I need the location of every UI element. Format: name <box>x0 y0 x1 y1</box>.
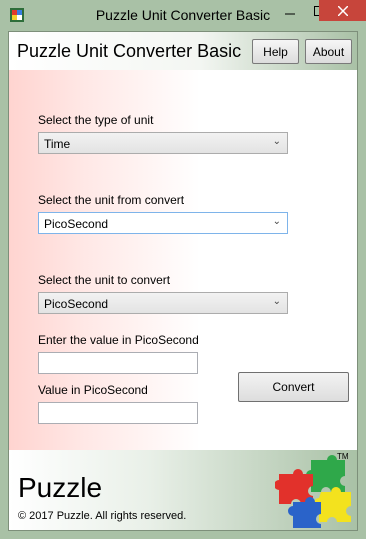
unit-type-value: Time <box>44 137 71 151</box>
chevron-down-icon: ⌄ <box>272 136 281 147</box>
puzzle-pieces-logo <box>275 455 351 528</box>
chevron-down-icon: ⌄ <box>272 296 281 307</box>
copyright-text: © 2017 Puzzle. All rights reserved. <box>18 510 187 522</box>
unit-to-value: PicoSecond <box>44 297 109 311</box>
input-value-label: Enter the value in PicoSecond <box>38 333 199 347</box>
close-icon <box>337 5 348 16</box>
unit-from-value: PicoSecond <box>44 217 109 231</box>
help-button[interactable]: Help <box>252 39 299 64</box>
minimize-icon <box>285 13 295 14</box>
input-value-field[interactable] <box>38 352 198 374</box>
output-value-label: Value in PicoSecond <box>38 383 148 397</box>
title-bar[interactable]: Puzzle Unit Converter Basic <box>0 0 366 31</box>
unit-from-select[interactable]: PicoSecond ⌄ <box>38 212 288 234</box>
footer: Puzzle © 2017 Puzzle. All rights reserve… <box>9 450 357 530</box>
app-window: Puzzle Unit Converter Basic Puzzle Unit … <box>0 0 366 539</box>
minimize-button[interactable] <box>276 0 304 21</box>
page-title: Puzzle Unit Converter Basic <box>17 41 242 61</box>
header-band: Puzzle Unit Converter Basic Help About <box>9 32 357 70</box>
footer-brand: Puzzle <box>18 472 103 503</box>
unit-to-label: Select the unit to convert <box>38 273 171 287</box>
close-button[interactable] <box>319 0 366 21</box>
client-area: Puzzle Unit Converter Basic Help About S… <box>8 31 358 531</box>
output-value-field[interactable] <box>38 402 198 424</box>
unit-type-label: Select the type of unit <box>38 113 154 127</box>
chevron-down-icon: ⌄ <box>272 216 281 227</box>
unit-to-select[interactable]: PicoSecond ⌄ <box>38 292 288 314</box>
convert-button[interactable]: Convert <box>238 372 349 402</box>
unit-from-label: Select the unit from convert <box>38 193 185 207</box>
unit-type-select[interactable]: Time ⌄ <box>38 132 288 154</box>
about-button[interactable]: About <box>305 39 352 64</box>
converter-panel: Select the type of unit Time ⌄ Select th… <box>9 70 357 450</box>
